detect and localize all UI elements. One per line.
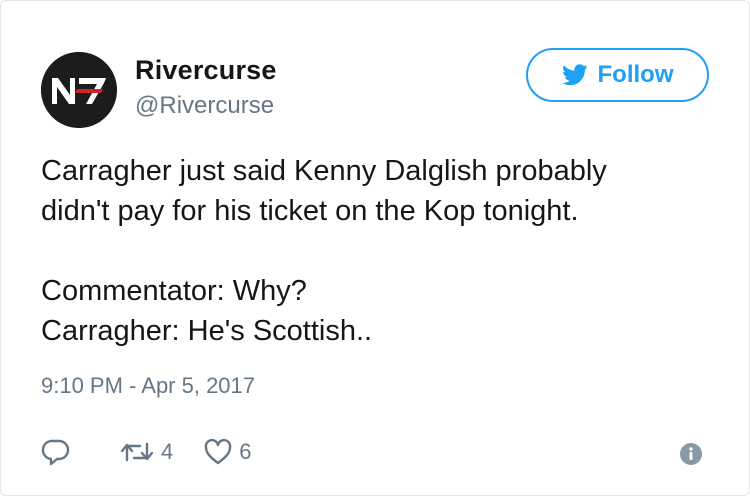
tweet-card: Rivercurse @Rivercurse Follow Carragher …	[0, 0, 750, 496]
like-button[interactable]: 6	[203, 437, 252, 467]
info-icon	[680, 443, 702, 465]
like-count: 6	[239, 439, 252, 464]
retweet-button[interactable]: 4	[119, 437, 173, 467]
twitter-bird-icon	[561, 64, 588, 86]
reply-icon	[41, 439, 70, 466]
user-handle[interactable]: @Rivercurse	[135, 92, 274, 120]
tweet-line: Carragher just said Kenny Dalglish proba…	[41, 155, 607, 187]
tweet-timestamp[interactable]: 9:10 PM - Apr 5, 2017	[41, 373, 255, 399]
follow-button[interactable]: Follow	[526, 48, 709, 102]
retweet-icon	[120, 442, 154, 462]
n7-logo-icon	[41, 52, 117, 128]
retweet-count: 4	[161, 439, 174, 464]
tweet-line: Commentator: Why?	[41, 275, 307, 307]
tweet-line-break	[41, 231, 721, 271]
avatar[interactable]	[41, 52, 117, 128]
follow-button-label: Follow	[597, 61, 674, 88]
tweet-line: Carragher: He's Scottish..	[41, 315, 373, 347]
user-display-name[interactable]: Rivercurse	[135, 55, 277, 86]
tweet-line: didn't pay for his ticket on the Kop ton…	[41, 195, 579, 227]
tweet-text: Carragher just said Kenny Dalglish proba…	[41, 151, 721, 351]
tweet-actions: 4 6	[41, 432, 252, 472]
info-button[interactable]	[679, 442, 703, 466]
heart-icon	[204, 438, 232, 465]
reply-button[interactable]	[41, 437, 71, 467]
